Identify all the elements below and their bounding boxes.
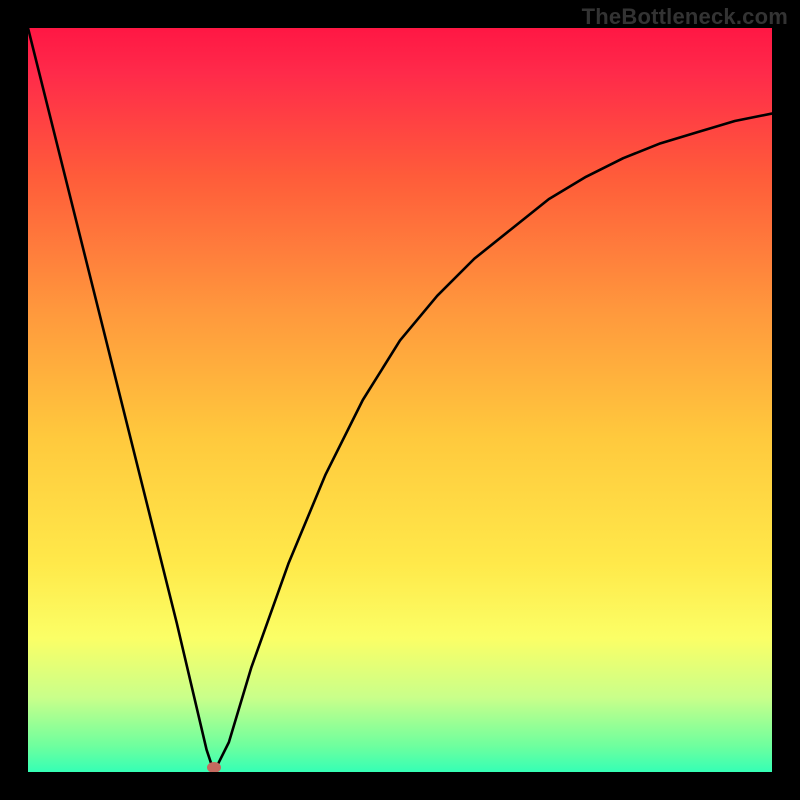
bottleneck-chart — [28, 28, 772, 772]
watermark-text: TheBottleneck.com — [582, 4, 788, 30]
gradient-background — [28, 28, 772, 772]
plot-area — [28, 28, 772, 772]
chart-frame: TheBottleneck.com — [0, 0, 800, 800]
